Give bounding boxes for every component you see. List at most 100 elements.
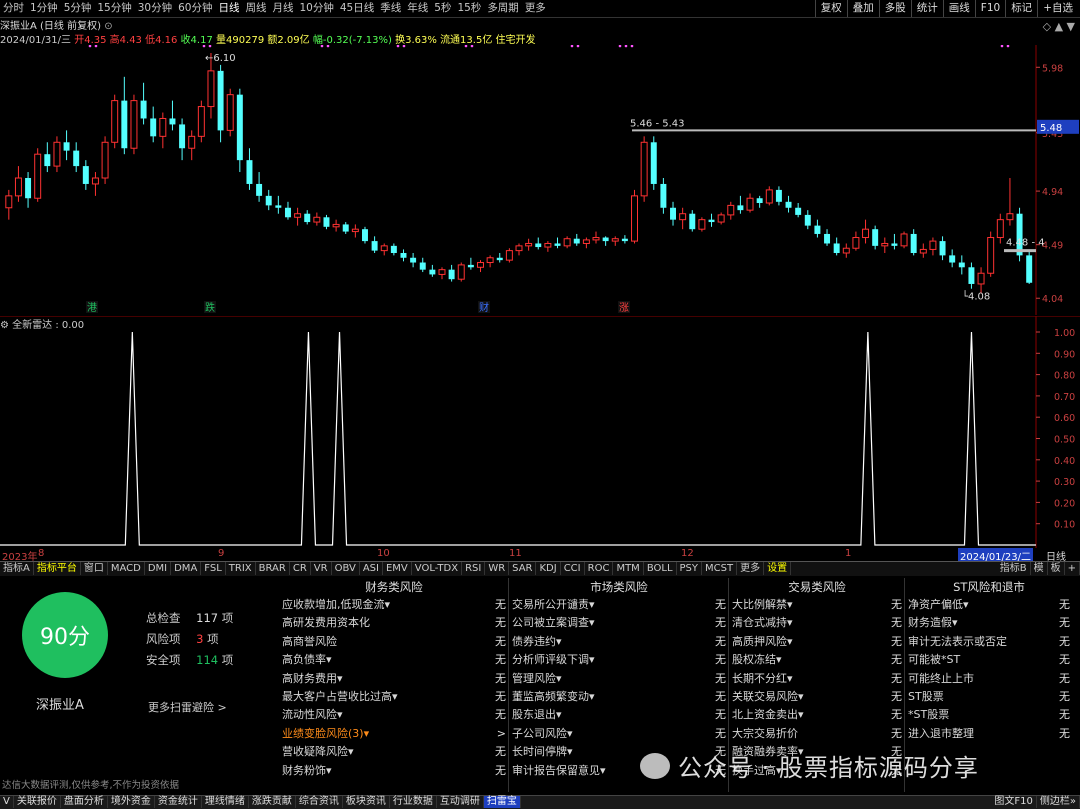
risk-item[interactable]: 管理风险▾ 无 xyxy=(512,670,726,688)
candlestick-chart[interactable]: 5.985.434.944.494.045.46 - 5.434.48 - 45… xyxy=(0,45,1080,315)
risk-item[interactable]: 高商誉风险 无 xyxy=(282,633,506,651)
indicator-tab[interactable]: MTM xyxy=(613,562,644,575)
indicator-tab[interactable]: RSI xyxy=(462,562,486,575)
radar-indicator-chart[interactable]: 1.00 0.90 0.80 0.70 0.60 0.50 0.40 0.30 0.20 0.10 xyxy=(0,316,1080,548)
risk-item[interactable]: 业绩变脸风险(3)▾ > xyxy=(282,725,506,743)
indicator-tab[interactable]: 更多 xyxy=(737,562,765,575)
bottom-tab[interactable]: 扫雷宝 xyxy=(483,796,521,808)
risk-item[interactable]: *ST股票 无 xyxy=(908,706,1070,724)
period-tab[interactable]: 15分钟 xyxy=(94,0,134,17)
indicator-tab[interactable]: BOLL xyxy=(644,562,677,575)
risk-item[interactable]: 大宗交易折价 无 xyxy=(732,725,902,743)
indicator-tab[interactable]: TRIX xyxy=(226,562,256,575)
indicator-tab[interactable]: MACD xyxy=(108,562,145,575)
risk-item[interactable]: 大比例解禁▾ 无 xyxy=(732,596,902,614)
period-tab[interactable]: 多周期 xyxy=(484,0,522,17)
risk-item[interactable]: 董监高频繁变动▾ 无 xyxy=(512,688,726,706)
risk-item[interactable]: 子公司风险▾ 无 xyxy=(512,725,726,743)
bottom-tab[interactable]: 资金统计 xyxy=(155,796,202,808)
bottom-tab[interactable]: 理线情绪 xyxy=(202,796,249,808)
indicator-tab[interactable]: 指标A xyxy=(0,562,34,575)
period-tab[interactable]: 45日线 xyxy=(337,0,377,17)
indicator-tab[interactable]: PSY xyxy=(677,562,703,575)
risk-item[interactable]: 财务造假▾ 无 xyxy=(908,614,1070,632)
bottom-right-button[interactable]: 侧边栏» xyxy=(1037,796,1080,808)
window-controls[interactable]: ◇ ▲ ▼ xyxy=(1005,20,1075,33)
toolbar-button[interactable]: 统计 xyxy=(910,0,943,17)
indicator-tab[interactable]: VOL-TDX xyxy=(412,562,463,575)
period-tab[interactable]: 15秒 xyxy=(454,0,484,17)
more-scan-link[interactable]: 更多扫雷避险 > xyxy=(148,699,227,715)
indicator-tab[interactable]: CCI xyxy=(561,562,585,575)
period-tab[interactable]: 季线 xyxy=(377,0,404,17)
indicator-tab[interactable]: ROC xyxy=(585,562,614,575)
bottom-tab[interactable]: 关联报价 xyxy=(14,796,61,808)
period-tab[interactable]: 周线 xyxy=(243,0,270,17)
bottom-tab[interactable]: V xyxy=(0,796,14,808)
risk-item[interactable]: 净资产偏低▾ 无 xyxy=(908,596,1070,614)
risk-item[interactable]: 可能终止上市 无 xyxy=(908,670,1070,688)
toolbar-button[interactable]: F10 xyxy=(974,0,1005,17)
risk-item[interactable]: 高研发费用资本化 无 xyxy=(282,614,506,632)
bottom-tab[interactable]: 综合资讯 xyxy=(296,796,343,808)
indicator-tab[interactable]: 窗口 xyxy=(81,562,108,575)
indicator-tab[interactable]: MCST xyxy=(702,562,738,575)
period-tab[interactable]: 5秒 xyxy=(431,0,454,17)
toolbar-button[interactable]: 标记 xyxy=(1005,0,1037,17)
bottom-tab[interactable]: 板块资讯 xyxy=(343,796,390,808)
indicator-tab[interactable]: WR xyxy=(485,562,510,575)
risk-item[interactable]: 北上资金卖出▾ 无 xyxy=(732,706,902,724)
risk-item[interactable]: 流动性风险▾ 无 xyxy=(282,706,506,724)
toolbar-button[interactable]: 复权 xyxy=(814,0,847,17)
risk-item[interactable]: 最大客户占营收比过高▾ 无 xyxy=(282,688,506,706)
risk-item[interactable]: 高财务费用▾ 无 xyxy=(282,670,506,688)
indicator-tab[interactable]: DMA xyxy=(171,562,202,575)
toolbar-button[interactable]: +自选 xyxy=(1037,0,1078,17)
bottom-tab[interactable]: 涨跌贡献 xyxy=(249,796,296,808)
indicator-tab[interactable]: 设置 xyxy=(764,562,792,575)
period-tab[interactable]: 5分钟 xyxy=(61,0,95,17)
risk-item[interactable]: 关联交易风险▾ 无 xyxy=(732,688,902,706)
period-tab[interactable]: 月线 xyxy=(270,0,297,17)
risk-item[interactable]: 可能被*ST 无 xyxy=(908,651,1070,669)
risk-item[interactable]: 长期不分红▾ 无 xyxy=(732,670,902,688)
risk-item[interactable]: 债券违约▾ 无 xyxy=(512,633,726,651)
period-tab[interactable]: 1分钟 xyxy=(27,0,61,17)
bottom-tab[interactable]: 行业数据 xyxy=(390,796,437,808)
period-tab[interactable]: 30分钟 xyxy=(135,0,175,17)
indicator-tab-right[interactable]: + xyxy=(1065,562,1080,575)
risk-item[interactable]: 审计无法表示或否定 无 xyxy=(908,633,1070,651)
indicator-tab[interactable]: CR xyxy=(290,562,311,575)
risk-item[interactable]: 高负债率▾ 无 xyxy=(282,651,506,669)
risk-item[interactable]: 营收疑降风险▾ 无 xyxy=(282,743,506,761)
risk-item[interactable]: 清仓式减持▾ 无 xyxy=(732,614,902,632)
risk-item[interactable]: 交易所公开谴责▾ 无 xyxy=(512,596,726,614)
indicator-tab-right[interactable]: 指标B xyxy=(997,562,1031,575)
period-tab[interactable]: 年线 xyxy=(404,0,431,17)
period-tab[interactable]: 10分钟 xyxy=(297,0,337,17)
indicator-tab[interactable]: EMV xyxy=(383,562,412,575)
indicator-tab-right[interactable]: 板 xyxy=(1048,562,1065,575)
bottom-right-button[interactable]: 图文F10 xyxy=(991,796,1037,808)
indicator-tab[interactable]: OBV xyxy=(332,562,360,575)
indicator-tab-right[interactable]: 模 xyxy=(1031,562,1048,575)
indicator-tab[interactable]: ASI xyxy=(360,562,383,575)
risk-item[interactable]: 进入退市整理 无 xyxy=(908,725,1070,743)
indicator-tab[interactable]: SAR xyxy=(509,562,537,575)
risk-item[interactable]: 股东退出▾ 无 xyxy=(512,706,726,724)
risk-item[interactable]: 公司被立案调查▾ 无 xyxy=(512,614,726,632)
indicator-tab[interactable]: FSL xyxy=(201,562,226,575)
indicator-tab[interactable]: KDJ xyxy=(536,562,561,575)
period-tab[interactable]: 日线 xyxy=(216,0,243,17)
indicator-tab[interactable]: BRAR xyxy=(256,562,290,575)
indicator-tab[interactable]: VR xyxy=(311,562,332,575)
risk-item[interactable]: 财务粉饰▾ 无 xyxy=(282,762,506,780)
risk-item[interactable]: ST股票 无 xyxy=(908,688,1070,706)
period-tab[interactable]: 分时 xyxy=(0,0,27,17)
toolbar-button[interactable]: 叠加 xyxy=(846,0,879,17)
period-tab[interactable]: 60分钟 xyxy=(175,0,215,17)
bottom-tab[interactable]: 境外资金 xyxy=(108,796,155,808)
toolbar-button[interactable]: 多股 xyxy=(878,0,911,17)
risk-item[interactable]: 应收款增加,低现金流▾ 无 xyxy=(282,596,506,614)
indicator-tab[interactable]: 指标平台 xyxy=(34,562,81,575)
